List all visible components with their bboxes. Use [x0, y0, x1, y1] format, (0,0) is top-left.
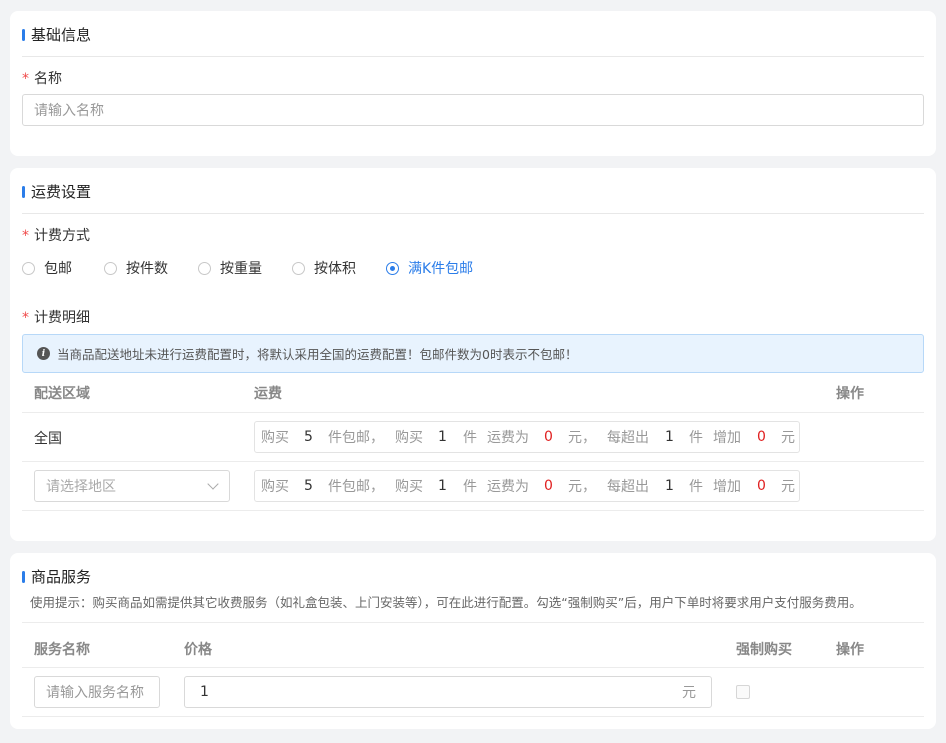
col-header-fee: 运费 [254, 386, 282, 402]
billing-method-label: * 计费方式 [22, 228, 90, 244]
section-marker [22, 28, 25, 41]
service-tip: 使用提示：购买商品如需提供其它收费服务（如礼盒包装、上门安装等），可在此进行配置… [30, 595, 862, 610]
radio-by-volume[interactable]: 按体积 [292, 258, 356, 278]
chevron-down-icon [207, 478, 219, 490]
freight-alert: i 当商品配送地址未进行运费配置时，将默认采用全国的运费配置！包邮件数为0时表示… [22, 334, 924, 373]
radio-circle-icon [198, 261, 211, 275]
fee-input[interactable]: 0 [544, 478, 553, 494]
col-header-service-name: 服务名称 [34, 642, 90, 658]
table-divider [22, 412, 924, 413]
radio-by-count[interactable]: 按件数 [104, 258, 168, 278]
section-title-text: 商品服务 [31, 568, 92, 586]
divider [22, 56, 924, 57]
freight-settings-card: 运费设置 * 计费方式 包邮 按件数 按重量 按体积 满K件包邮 * 计费明细 i [10, 168, 936, 541]
section-marker [22, 570, 25, 583]
region-cell: 全国 [34, 431, 62, 447]
radio-by-weight[interactable]: 按重量 [198, 258, 262, 278]
name-input[interactable]: 请输入名称 [22, 94, 924, 126]
section-title-basic: 基础信息 [22, 24, 91, 45]
radio-circle-icon [104, 261, 117, 275]
col-header-region: 配送区域 [34, 386, 90, 402]
table-divider [22, 510, 924, 511]
radio-circle-icon [22, 261, 35, 275]
section-title-freight: 运费设置 [22, 181, 91, 202]
region-select[interactable]: 请选择地区 [34, 470, 230, 502]
section-marker [22, 185, 25, 198]
product-service-card: 商品服务 使用提示：购买商品如需提供其它收费服务（如礼盒包装、上门安装等），可在… [10, 553, 936, 729]
qty-input[interactable]: 1 [438, 478, 447, 494]
col-header-price: 价格 [184, 642, 212, 658]
table-divider [22, 622, 924, 623]
over-qty-input[interactable]: 1 [665, 478, 674, 494]
free-qty-input[interactable]: 5 [304, 478, 313, 494]
basic-info-card: 基础信息 * 名称 请输入名称 [10, 11, 936, 156]
price-unit: 元 [682, 685, 696, 701]
qty-input[interactable]: 1 [438, 429, 447, 445]
section-title-text: 运费设置 [31, 183, 92, 201]
service-name-input[interactable]: 请输入服务名称 [34, 676, 160, 708]
fee-rule-row: 购买 5 件包邮， 购买 1 件 运费为 0 元， 每超出 1 件 增加 0 元 [254, 421, 800, 453]
table-divider [22, 667, 924, 668]
fee-rule-row: 购买 5 件包邮， 购买 1 件 运费为 0 元， 每超出 1 件 增加 0 元 [254, 470, 800, 502]
over-qty-input[interactable]: 1 [665, 429, 674, 445]
table-divider [22, 716, 924, 717]
billing-method-radio-group: 包邮 按件数 按重量 按体积 满K件包邮 [22, 258, 503, 278]
table-divider [22, 461, 924, 462]
radio-free-shipping[interactable]: 包邮 [22, 258, 72, 278]
fee-input[interactable]: 0 [544, 429, 553, 445]
add-fee-input[interactable]: 0 [757, 478, 766, 494]
radio-free-over-k[interactable]: 满K件包邮 [386, 258, 473, 278]
col-header-forced: 强制购买 [736, 642, 792, 658]
section-title-text: 基础信息 [31, 26, 92, 44]
billing-detail-label: * 计费明细 [22, 310, 90, 326]
radio-circle-icon [292, 261, 305, 275]
name-label: * 名称 [22, 71, 62, 87]
section-title-service: 商品服务 [22, 566, 91, 587]
col-header-action: 操作 [836, 386, 864, 402]
col-header-action: 操作 [836, 642, 864, 658]
free-qty-input[interactable]: 5 [304, 429, 313, 445]
radio-selected-icon [386, 261, 399, 275]
info-icon: i [37, 347, 50, 360]
divider [22, 213, 924, 214]
forced-purchase-checkbox[interactable] [736, 685, 750, 699]
price-input[interactable]: 1 元 [184, 676, 712, 708]
add-fee-input[interactable]: 0 [757, 429, 766, 445]
